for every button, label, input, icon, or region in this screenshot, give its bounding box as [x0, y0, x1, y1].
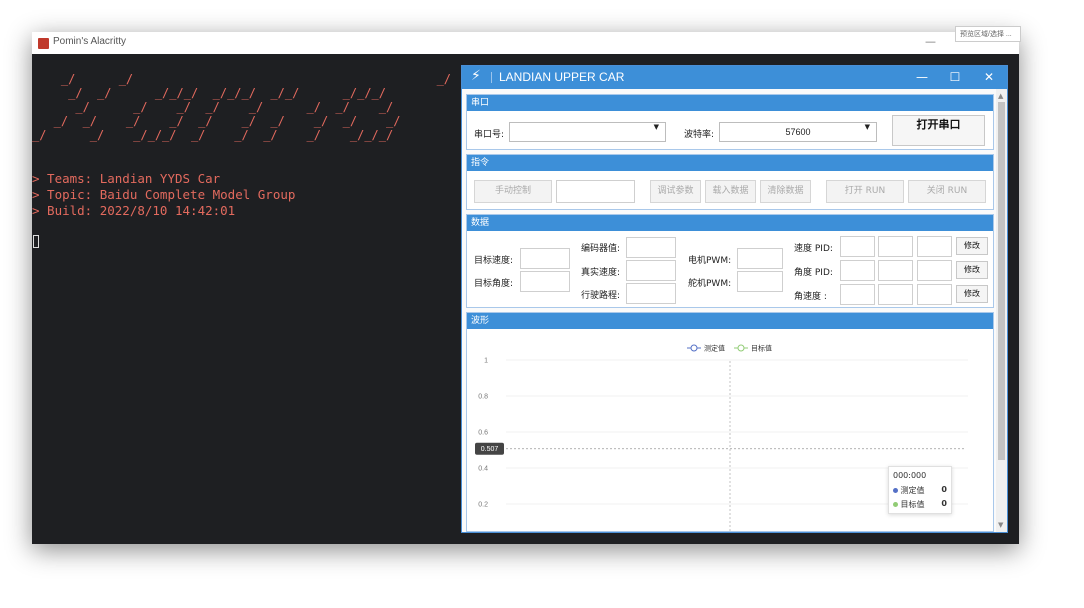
servo-pwm-label: 舵机PWM:: [688, 279, 732, 289]
clear-data-button[interactable]: 清除数据: [760, 180, 811, 203]
background-window-corner[interactable]: 预览区域/选择 ...: [955, 26, 1021, 42]
data-panel-header: 数据: [467, 215, 993, 231]
legend-label[interactable]: 测定值: [704, 344, 725, 353]
angular-speed-p-field[interactable]: [840, 284, 875, 305]
crosshair-label: 0.507: [475, 442, 504, 455]
angular-speed-i-field[interactable]: [878, 284, 913, 305]
baud-label: 波特率:: [684, 130, 715, 140]
chart-legend[interactable]: 测定值 目标值: [687, 344, 772, 353]
close-button[interactable]: ✕: [979, 69, 999, 85]
speed-pid-i-field[interactable]: [878, 236, 913, 257]
y-tick-label: 0.4: [478, 466, 488, 473]
minimize-button[interactable]: —: [912, 69, 932, 85]
distance-label: 行驶路程:: [581, 291, 621, 301]
open-serial-button[interactable]: 打开串口: [892, 115, 985, 146]
y-tick-label: 0.8: [478, 394, 488, 401]
dropdown-arrow-icon: ▼: [653, 123, 659, 131]
target-angle-label: 目标角度:: [474, 279, 514, 289]
target-angle-field[interactable]: [520, 271, 570, 292]
scroll-down-icon[interactable]: ▼: [998, 521, 1003, 529]
angle-pid-d-field[interactable]: [917, 260, 952, 281]
tooltip-series-name: 测定值: [900, 486, 925, 495]
baud-value: 57600: [785, 127, 811, 137]
port-label: 串口号:: [474, 130, 505, 140]
crosshair-value: 0.507: [481, 446, 499, 453]
tooltip-time: 000:000: [893, 471, 927, 480]
tooltip-series-value: 0: [941, 499, 947, 508]
terminal-line-build: > Build: 2022/8/10 14:42:01: [32, 203, 236, 218]
chart-y-ticks: 1 0.8 0.6 0.4 0.2: [478, 358, 488, 509]
angle-pid-label: 角度 PID:: [794, 268, 833, 278]
terminal-titlebar[interactable]: Pomin's Alacritty —: [32, 32, 1019, 54]
tooltip-series-value: 0: [941, 485, 947, 494]
legend-dot-icon: [893, 502, 898, 507]
servo-pwm-field[interactable]: [737, 271, 783, 292]
scrollbar-thumb[interactable]: [998, 102, 1005, 460]
minimize-icon[interactable]: —: [925, 35, 936, 48]
scroll-up-icon[interactable]: ▲: [998, 92, 1003, 100]
serial-panel: 串口 串口号: ▼ 波特率: 57600 ▼ 打开串口: [466, 94, 994, 150]
angular-speed-d-field[interactable]: [917, 284, 952, 305]
terminal-line-teams: > Teams: Landian YYDS Car: [32, 171, 221, 186]
legend-marker-icon: [737, 344, 745, 352]
command-input[interactable]: [556, 180, 635, 203]
motor-pwm-field[interactable]: [737, 248, 783, 269]
terminal-line-topic: > Topic: Baidu Complete Model Group: [32, 187, 296, 202]
angular-speed-modify-button[interactable]: 修改: [956, 285, 988, 303]
angular-speed-label: 角速度 :: [794, 292, 827, 302]
legend-label[interactable]: 目标值: [751, 344, 772, 353]
run-off-button[interactable]: 关闭 RUN: [908, 180, 986, 203]
terminal-cursor: [33, 235, 39, 248]
manual-control-button[interactable]: 手动控制: [474, 180, 552, 203]
lightning-icon: ⚡: [471, 68, 481, 84]
alacritty-icon: [38, 38, 49, 49]
y-tick-label: 0.6: [478, 430, 488, 437]
y-tick-label: 1: [484, 358, 488, 365]
baud-select[interactable]: 57600 ▼: [719, 122, 877, 142]
tune-params-button[interactable]: 调试参数: [650, 180, 701, 203]
title-separator: [491, 72, 492, 83]
waveform-panel-header: 波形: [467, 313, 993, 329]
speed-pid-d-field[interactable]: [917, 236, 952, 257]
terminal-title: Pomin's Alacritty: [53, 36, 127, 47]
real-speed-label: 真实速度:: [581, 268, 621, 278]
speed-pid-p-field[interactable]: [840, 236, 875, 257]
commands-panel-header: 指令: [467, 155, 993, 171]
target-speed-field[interactable]: [520, 248, 570, 269]
speed-pid-modify-button[interactable]: 修改: [956, 237, 988, 255]
app-title: LANDIAN UPPER CAR: [499, 70, 625, 84]
y-tick-label: 0.2: [478, 502, 488, 509]
load-data-button[interactable]: 载入数据: [705, 180, 756, 203]
serial-panel-header: 串口: [467, 95, 993, 111]
real-speed-field[interactable]: [626, 260, 676, 281]
encoder-field[interactable]: [626, 237, 676, 258]
port-select[interactable]: ▼: [509, 122, 666, 142]
distance-field[interactable]: [626, 283, 676, 304]
encoder-label: 编码器值:: [581, 244, 621, 254]
commands-panel: 指令 手动控制 调试参数 载入数据 清除数据 打开 RUN 关闭 RUN: [466, 154, 994, 210]
motor-pwm-label: 电机PWM:: [688, 256, 732, 266]
data-panel: 数据 目标速度: 目标角度: 编码器值: 真实速度: 行驶路程: 电机PWM: …: [466, 214, 994, 308]
angle-pid-modify-button[interactable]: 修改: [956, 261, 988, 279]
legend-dot-icon: [893, 488, 898, 493]
run-on-button[interactable]: 打开 RUN: [826, 180, 904, 203]
angle-pid-p-field[interactable]: [840, 260, 875, 281]
tooltip-series-name: 目标值: [900, 500, 925, 509]
speed-pid-label: 速度 PID:: [794, 244, 833, 254]
ascii-art-banner: _/ _/ _/ _/ _/ _/_/_/ _/_/_/ _/_/ _/_/_/…: [32, 72, 452, 142]
legend-marker-icon: [690, 344, 698, 352]
upper-car-app-window: ⚡ LANDIAN UPPER CAR — ☐ ✕ ▲ ▼ 串口 串口号: ▼ …: [461, 65, 1008, 533]
maximize-button[interactable]: ☐: [945, 69, 965, 85]
tooltip-row-measured: 测定值 0: [893, 485, 951, 496]
chart-tooltip: 000:000 测定值 0 目标值 0: [888, 466, 952, 514]
tooltip-row-target: 目标值 0: [893, 499, 951, 510]
angle-pid-i-field[interactable]: [878, 260, 913, 281]
target-speed-label: 目标速度:: [474, 256, 514, 266]
dropdown-arrow-icon: ▼: [864, 123, 870, 131]
app-titlebar[interactable]: ⚡ LANDIAN UPPER CAR — ☐ ✕: [462, 66, 1007, 89]
